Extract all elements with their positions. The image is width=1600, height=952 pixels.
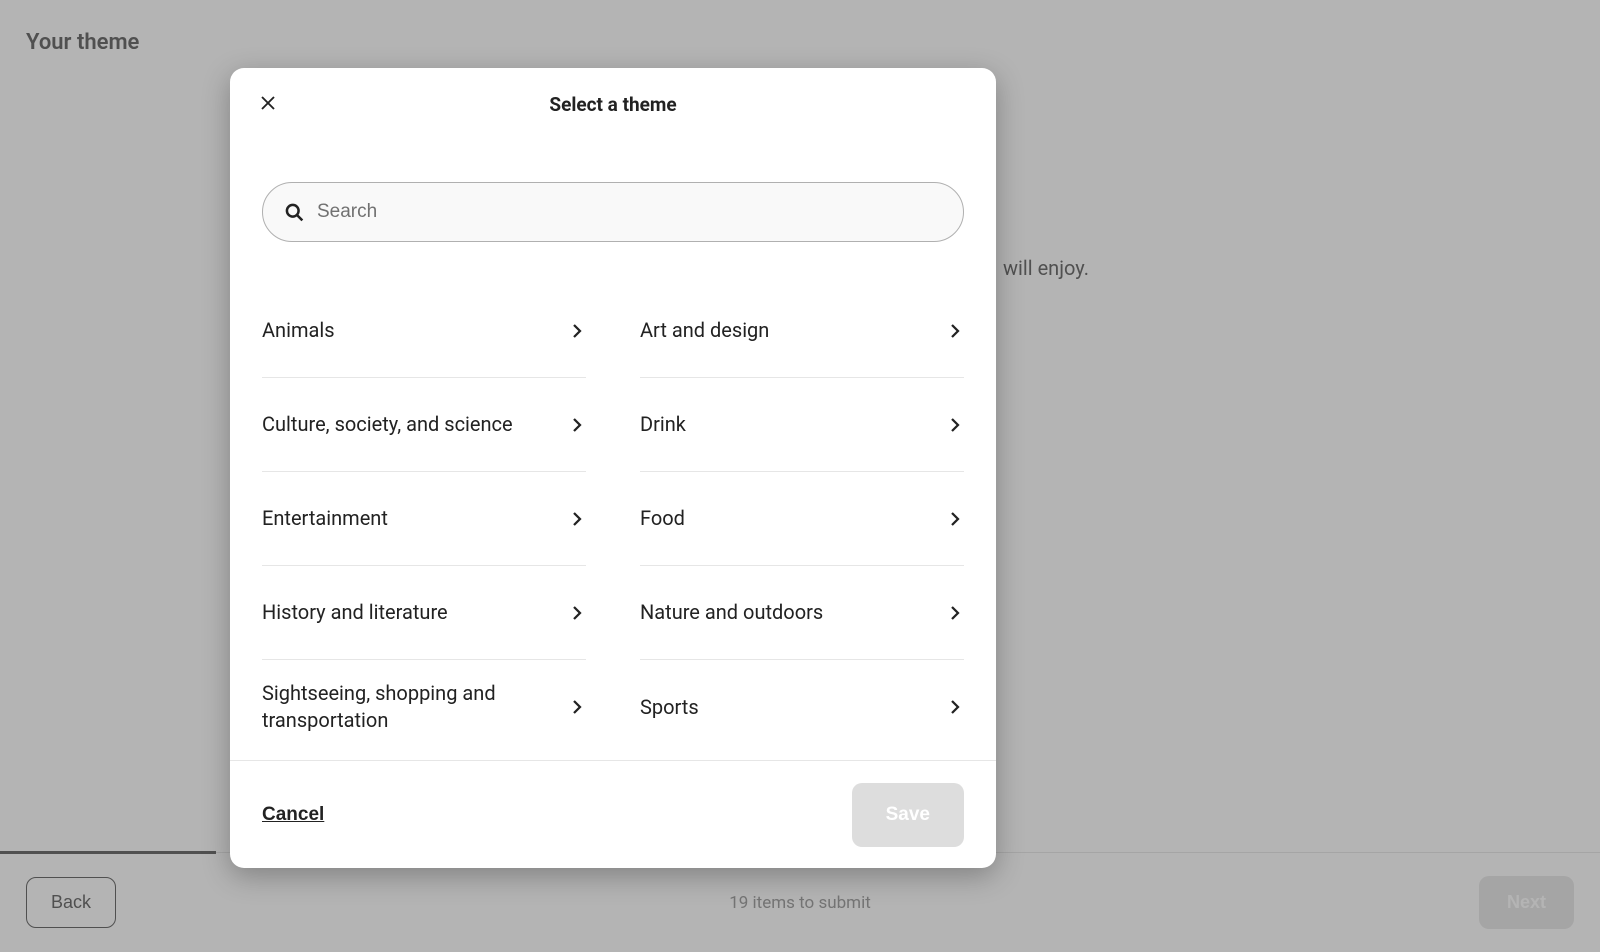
theme-item-nature-outdoors[interactable]: Nature and outdoors <box>640 566 964 660</box>
search-icon <box>284 202 304 222</box>
theme-item-entertainment[interactable]: Entertainment <box>262 472 586 566</box>
cancel-button[interactable]: Cancel <box>262 804 324 826</box>
chevron-right-icon <box>568 604 586 622</box>
theme-grid: Animals Art and design Culture, society,… <box>262 284 964 754</box>
theme-item-drink[interactable]: Drink <box>640 378 964 472</box>
chevron-right-icon <box>946 510 964 528</box>
theme-item-history-literature[interactable]: History and literature <box>262 566 586 660</box>
theme-label: History and literature <box>262 599 460 626</box>
theme-label: Nature and outdoors <box>640 599 835 626</box>
select-theme-modal: Select a theme Animals Art and design Cu… <box>230 68 996 868</box>
modal-footer: Cancel Save <box>230 760 996 868</box>
theme-label: Animals <box>262 317 347 344</box>
chevron-right-icon <box>568 322 586 340</box>
theme-item-culture-society-science[interactable]: Culture, society, and science <box>262 378 586 472</box>
modal-header: Select a theme <box>230 68 996 140</box>
chevron-right-icon <box>946 604 964 622</box>
chevron-right-icon <box>946 416 964 434</box>
theme-item-food[interactable]: Food <box>640 472 964 566</box>
theme-label: Drink <box>640 411 698 438</box>
chevron-right-icon <box>568 510 586 528</box>
chevron-right-icon <box>946 698 964 716</box>
save-button[interactable]: Save <box>852 783 964 847</box>
chevron-right-icon <box>946 322 964 340</box>
theme-item-animals[interactable]: Animals <box>262 284 586 378</box>
search-wrapper <box>262 182 964 242</box>
theme-label: Sports <box>640 694 711 721</box>
theme-label: Food <box>640 505 697 532</box>
theme-label: Art and design <box>640 317 781 344</box>
close-icon <box>259 94 277 115</box>
theme-item-art-and-design[interactable]: Art and design <box>640 284 964 378</box>
chevron-right-icon <box>568 698 586 716</box>
close-button[interactable] <box>258 94 278 114</box>
theme-label: Culture, society, and science <box>262 411 525 438</box>
theme-label: Entertainment <box>262 505 400 532</box>
modal-title: Select a theme <box>549 93 676 116</box>
theme-item-sports[interactable]: Sports <box>640 660 964 754</box>
theme-label: Sightseeing, shopping and transportation <box>262 680 568 734</box>
theme-item-sightseeing-shopping-transportation[interactable]: Sightseeing, shopping and transportation <box>262 660 586 754</box>
modal-body: Animals Art and design Culture, society,… <box>230 140 996 760</box>
chevron-right-icon <box>568 416 586 434</box>
search-input[interactable] <box>262 182 964 242</box>
